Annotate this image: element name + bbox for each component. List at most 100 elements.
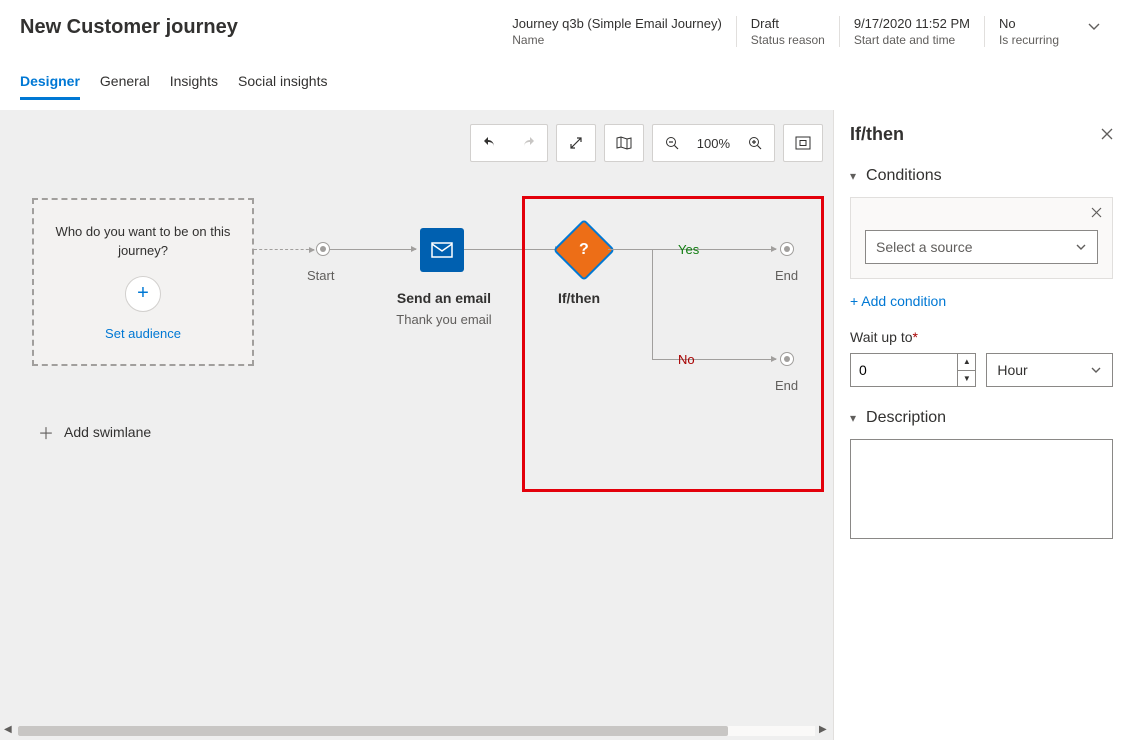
wait-step-down-button[interactable]: ▼ (958, 371, 975, 387)
select-source-placeholder: Select a source (876, 239, 973, 255)
wait-unit-dropdown[interactable]: Hour (986, 353, 1113, 387)
ifthen-tile-label: If/then (558, 290, 600, 306)
wait-up-to-text: Wait up to (850, 329, 913, 345)
connector-start-email (330, 249, 416, 250)
fit-to-screen-button[interactable] (784, 125, 822, 161)
add-condition-link[interactable]: + Add condition (850, 293, 1113, 309)
page-title: New Customer journey (20, 16, 498, 39)
header-field-name-value: Journey q3b (Simple Email Journey) (512, 16, 722, 31)
description-textarea[interactable] (850, 439, 1113, 539)
header-field-startdate-value: 9/17/2020 11:52 PM (854, 16, 970, 31)
add-audience-button[interactable]: + (125, 276, 161, 312)
end-node-no[interactable] (780, 352, 794, 366)
wait-step-up-button[interactable]: ▲ (958, 354, 975, 371)
audience-prompt-text: Who do you want to be on this journey? (46, 223, 240, 259)
undo-button[interactable] (471, 125, 509, 161)
header-summary-fields: Journey q3b (Simple Email Journey) Name … (498, 16, 1073, 47)
send-email-title: Send an email (394, 290, 494, 306)
question-icon: ? (579, 241, 589, 258)
chevron-down-icon: ▾ (850, 169, 856, 183)
scroll-left-button[interactable]: ◀ (4, 724, 14, 735)
end-node-yes-label: End (775, 268, 798, 283)
chevron-down-icon (1090, 364, 1102, 376)
zoom-out-button[interactable] (653, 125, 691, 161)
header-field-startdate[interactable]: 9/17/2020 11:52 PM Start date and time (839, 16, 984, 47)
horizontal-scrollbar[interactable]: ◀ ▶ (4, 722, 829, 738)
header-field-startdate-label: Start date and time (854, 33, 970, 47)
zoom-in-button[interactable] (736, 125, 774, 161)
audience-placeholder-tile[interactable]: Who do you want to be on this journey? +… (32, 198, 254, 366)
conditions-section-title: Conditions (866, 167, 942, 185)
tab-insights[interactable]: Insights (170, 67, 218, 100)
send-email-subtitle: Thank you email (389, 312, 499, 327)
set-audience-link[interactable]: Set audience (105, 326, 181, 341)
panel-title: If/then (850, 124, 904, 145)
caret-up-icon: ▲ (963, 357, 971, 366)
email-icon (431, 242, 453, 258)
tab-social-insights[interactable]: Social insights (238, 67, 328, 100)
caret-down-icon: ▼ (963, 374, 971, 383)
description-section-title: Description (866, 409, 946, 427)
canvas-toolbar: 100% (470, 124, 823, 162)
add-swimlane-label: Add swimlane (64, 424, 151, 440)
chevron-down-icon (1075, 241, 1087, 253)
connector-ifthen-no-horizontal (652, 359, 776, 360)
close-icon (1091, 207, 1102, 218)
end-node-yes[interactable] (780, 242, 794, 256)
connector-audience-start (254, 249, 314, 250)
header-field-status-value: Draft (751, 16, 825, 31)
tab-general[interactable]: General (100, 67, 150, 100)
expand-icon (569, 136, 583, 150)
panel-close-button[interactable] (1101, 127, 1113, 143)
redo-icon (520, 135, 536, 151)
tab-designer[interactable]: Designer (20, 67, 80, 100)
fit-screen-icon (795, 136, 811, 150)
branch-no-label: No (678, 352, 695, 367)
send-email-tile[interactable] (420, 228, 464, 272)
connector-ifthen-no-vertical (652, 250, 653, 359)
designer-canvas[interactable]: 100% Who do you want to be on this journ… (0, 110, 833, 740)
plus-icon: + (137, 282, 149, 305)
scroll-right-button[interactable]: ▶ (819, 724, 829, 735)
zoom-in-icon (748, 136, 762, 150)
header-field-name-label: Name (512, 33, 722, 47)
minimap-button[interactable] (605, 125, 643, 161)
map-icon (616, 136, 632, 150)
zoom-out-icon (665, 136, 679, 150)
connector-email-ifthen (464, 249, 560, 250)
wait-value-spinner[interactable]: ▲ ▼ (850, 353, 976, 387)
end-node-no-label: End (775, 378, 798, 393)
chevron-down-icon (1087, 20, 1101, 34)
ifthen-tile[interactable]: ? (553, 219, 615, 281)
journey-canvas[interactable]: Who do you want to be on this journey? +… (0, 110, 833, 740)
required-indicator: * (913, 329, 918, 345)
description-section-header[interactable]: ▾ Description (850, 409, 1113, 427)
branch-yes-label: Yes (678, 242, 699, 257)
scroll-thumb[interactable] (18, 726, 728, 736)
header-field-recurring-value: No (999, 16, 1059, 31)
header-expand-button[interactable] (1073, 16, 1109, 37)
page-header: New Customer journey Journey q3b (Simple… (0, 0, 1129, 57)
header-field-status[interactable]: Draft Status reason (736, 16, 839, 47)
wait-unit-value: Hour (997, 362, 1027, 378)
header-field-recurring-label: Is recurring (999, 33, 1059, 47)
properties-panel: If/then ▾ Conditions Select a source + A… (833, 110, 1129, 740)
conditions-section-header[interactable]: ▾ Conditions (850, 167, 1113, 185)
select-source-dropdown[interactable]: Select a source (865, 230, 1098, 264)
condition-card: Select a source (850, 197, 1113, 279)
header-field-status-label: Status reason (751, 33, 825, 47)
wait-up-to-label: Wait up to* (850, 329, 1113, 345)
plus-icon: ＋ (38, 420, 54, 444)
undo-icon (482, 135, 498, 151)
add-swimlane-button[interactable]: ＋ Add swimlane (38, 420, 151, 444)
start-node-label: Start (307, 268, 334, 283)
close-icon (1101, 128, 1113, 140)
start-node[interactable] (316, 242, 330, 256)
header-field-name[interactable]: Journey q3b (Simple Email Journey) Name (498, 16, 736, 47)
chevron-down-icon: ▾ (850, 411, 856, 425)
redo-button[interactable] (509, 125, 547, 161)
fullscreen-button[interactable] (557, 125, 595, 161)
remove-condition-button[interactable] (1091, 206, 1102, 221)
zoom-level-label: 100% (691, 136, 736, 151)
header-field-recurring[interactable]: No Is recurring (984, 16, 1073, 47)
